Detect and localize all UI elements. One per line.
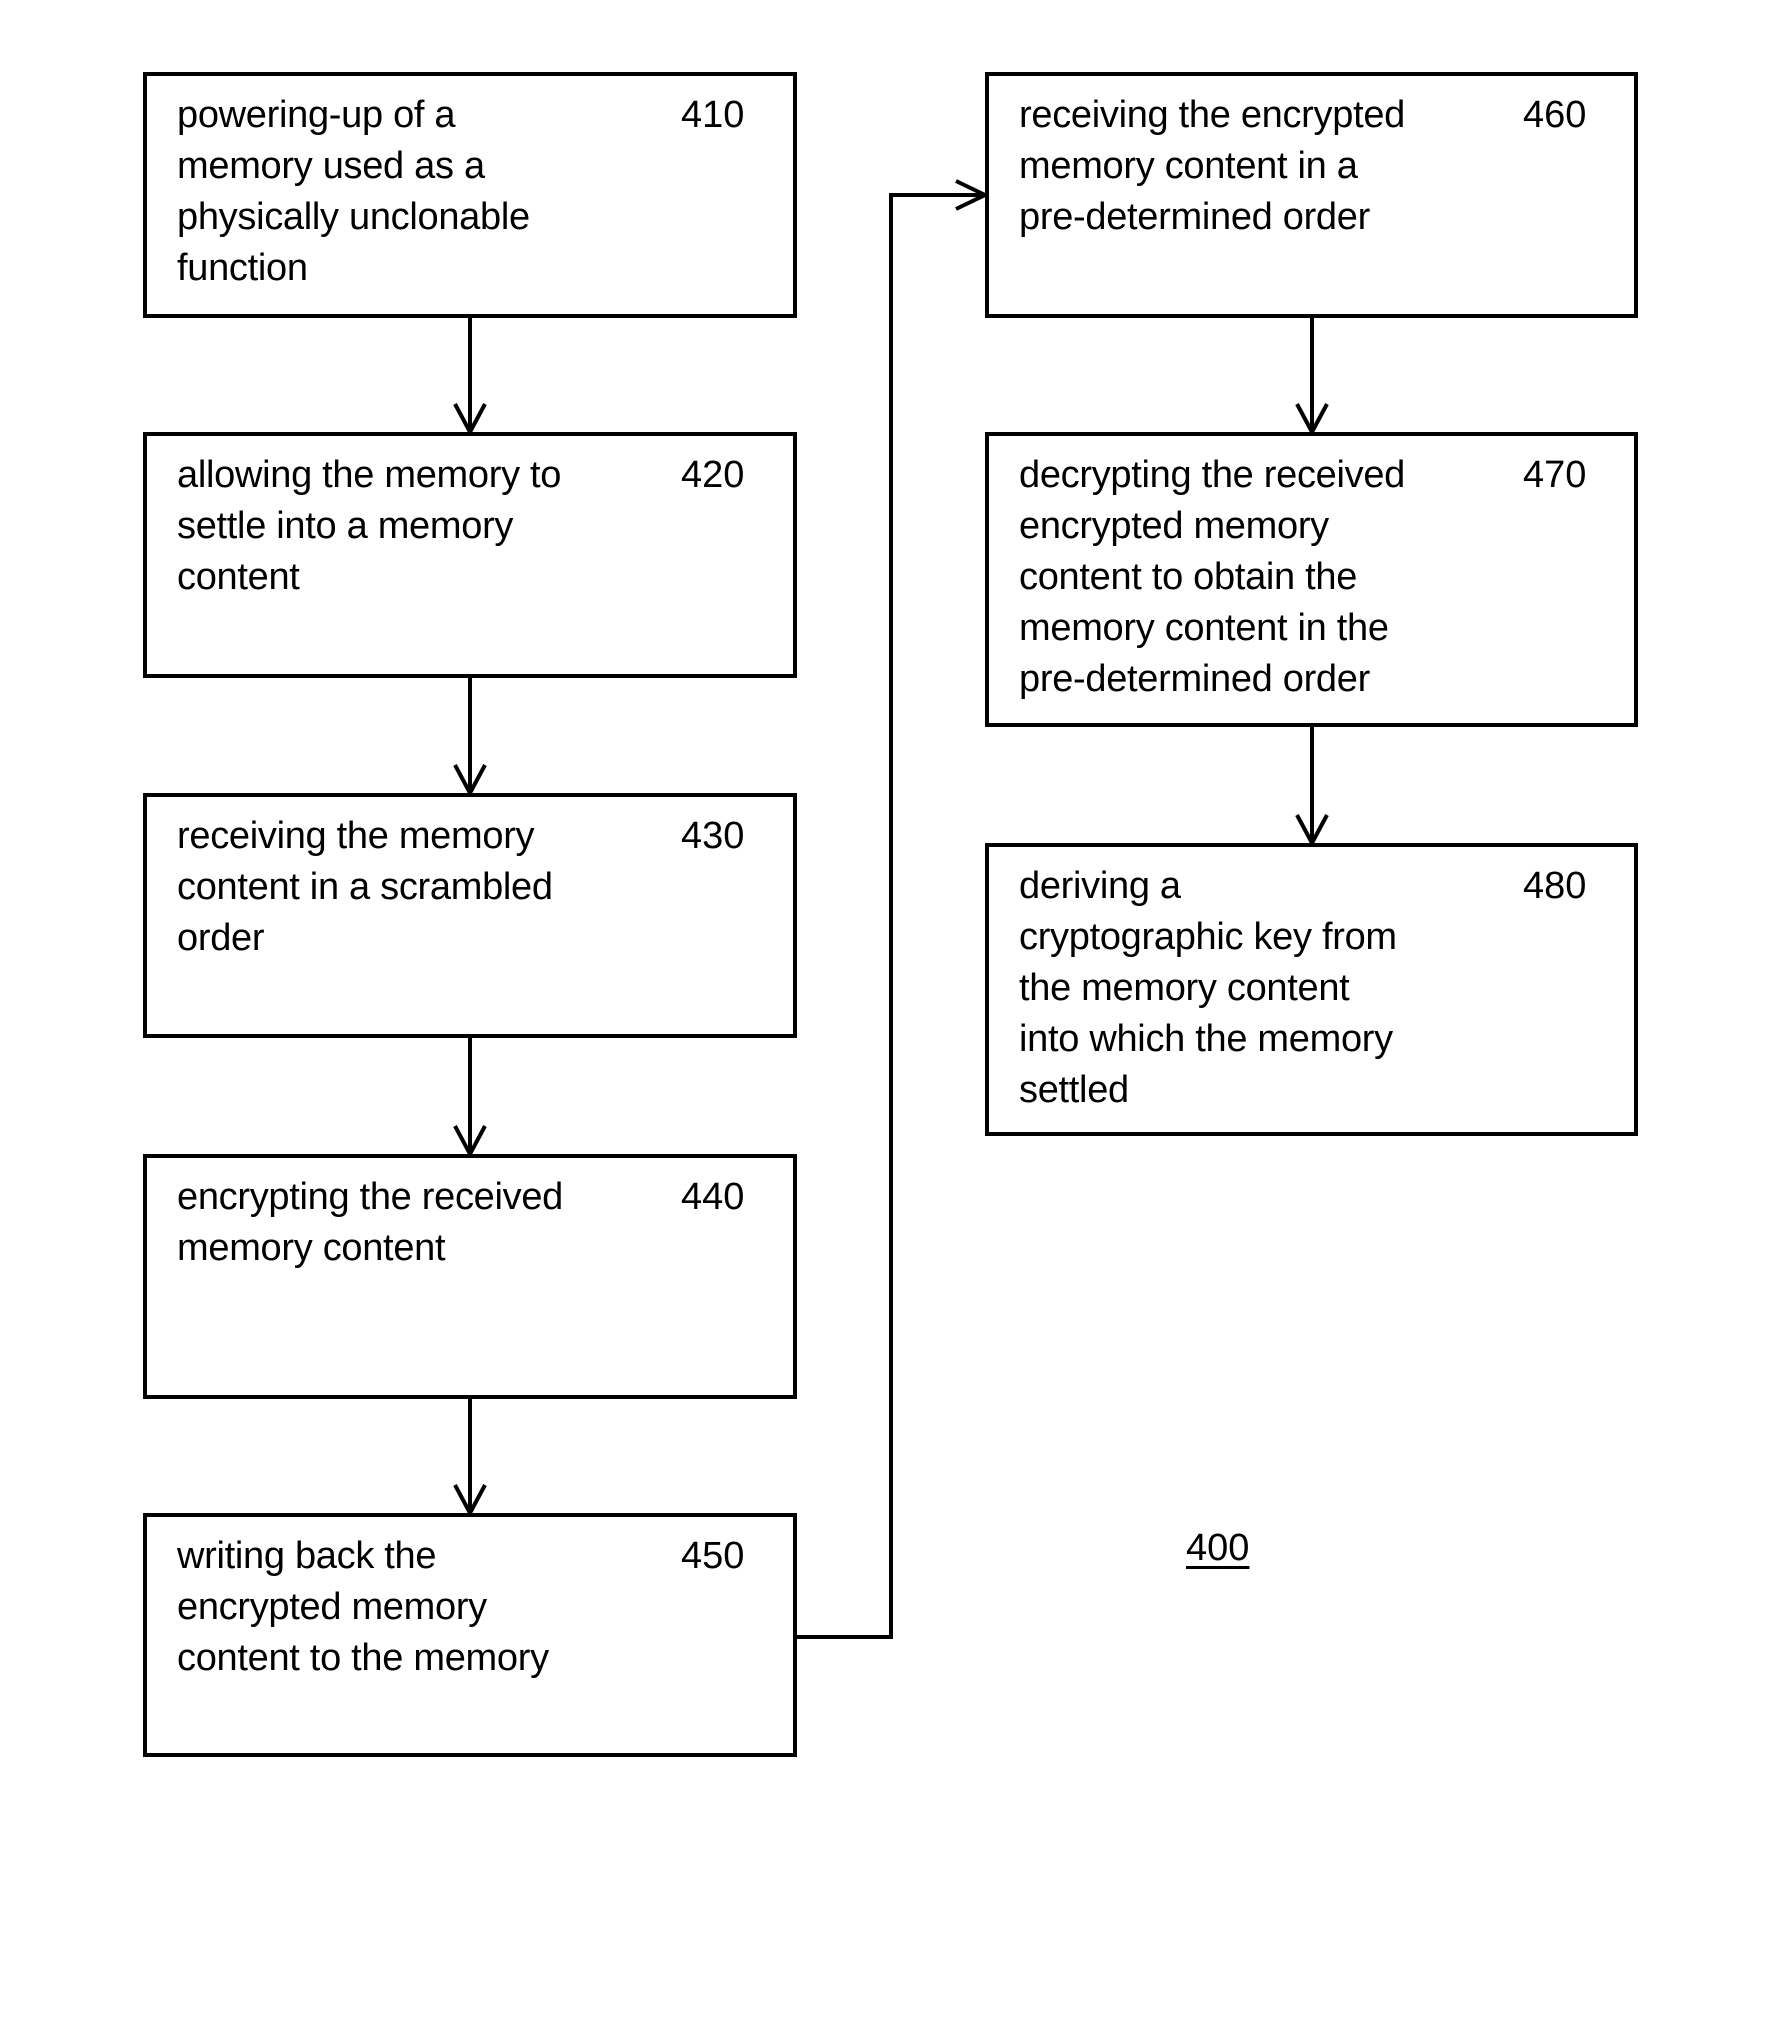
step-text-line: receiving the encrypted bbox=[1019, 94, 1405, 136]
step-text-line: deriving a bbox=[1019, 865, 1181, 907]
step-text-line: receiving the memory bbox=[177, 815, 535, 857]
step-text-line: decrypting the received bbox=[1019, 454, 1405, 496]
arrow-450-460 bbox=[795, 193, 985, 1639]
step-text-line: memory used as a bbox=[177, 145, 485, 187]
step-box-460: receiving the encrypted memory content i… bbox=[985, 72, 1638, 318]
step-text: powering-up of a memory used as a physic… bbox=[177, 90, 637, 294]
step-number: 470 bbox=[1523, 454, 1587, 496]
step-text-line: writing back the bbox=[177, 1535, 437, 1577]
step-text-line: encrypted memory bbox=[1019, 505, 1329, 547]
step-number: 420 bbox=[681, 454, 745, 496]
step-number: 440 bbox=[681, 1176, 745, 1218]
step-text-line: memory content in the bbox=[1019, 607, 1389, 649]
step-text: receiving the memory content in a scramb… bbox=[177, 811, 637, 964]
step-number: 430 bbox=[681, 815, 745, 857]
step-number: 410 bbox=[681, 94, 745, 136]
step-number: 450 bbox=[681, 1535, 745, 1577]
step-text: encrypting the received memory content bbox=[177, 1172, 637, 1274]
step-number: 460 bbox=[1523, 94, 1587, 136]
step-text-line: function bbox=[177, 247, 308, 289]
step-text-line: pre-determined order bbox=[1019, 196, 1370, 238]
step-text-line: order bbox=[177, 917, 265, 959]
step-text-line: settle into a memory bbox=[177, 505, 514, 547]
step-box-440: encrypting the received memory content 4… bbox=[143, 1154, 797, 1399]
step-text-line: encrypting the received bbox=[177, 1176, 563, 1218]
step-text: allowing the memory to settle into a mem… bbox=[177, 450, 637, 603]
step-text-line: powering-up of a bbox=[177, 94, 456, 136]
step-number: 480 bbox=[1523, 865, 1587, 907]
step-text-line: into which the memory bbox=[1019, 1018, 1393, 1060]
step-text: receiving the encrypted memory content i… bbox=[1019, 90, 1479, 243]
step-text-line: content in a scrambled bbox=[177, 866, 553, 908]
step-box-450: writing back the encrypted memory conten… bbox=[143, 1513, 797, 1757]
step-box-410: powering-up of a memory used as a physic… bbox=[143, 72, 797, 318]
step-text-line: cryptographic key from bbox=[1019, 916, 1397, 958]
step-text-line: encrypted memory bbox=[177, 1586, 487, 1628]
step-text-line: content to obtain the bbox=[1019, 556, 1358, 598]
step-text-line: settled bbox=[1019, 1069, 1129, 1111]
step-text-line: the memory content bbox=[1019, 967, 1350, 1009]
step-box-430: receiving the memory content in a scramb… bbox=[143, 793, 797, 1038]
step-text-line: memory content bbox=[177, 1227, 446, 1269]
step-text: writing back the encrypted memory conten… bbox=[177, 1531, 637, 1684]
step-box-470: decrypting the received encrypted memory… bbox=[985, 432, 1638, 727]
step-box-420: allowing the memory to settle into a mem… bbox=[143, 432, 797, 678]
step-text-line: content bbox=[177, 556, 300, 598]
step-text-line: allowing the memory to bbox=[177, 454, 562, 496]
figure-reference-label: 400 bbox=[1186, 1527, 1250, 1569]
step-text-line: memory content in a bbox=[1019, 145, 1358, 187]
step-text-line: physically unclonable bbox=[177, 196, 530, 238]
step-text-line: pre-determined order bbox=[1019, 658, 1370, 700]
step-box-480: deriving a cryptographic key from the me… bbox=[985, 843, 1638, 1136]
step-text-line: content to the memory bbox=[177, 1637, 549, 1679]
step-text: decrypting the received encrypted memory… bbox=[1019, 450, 1479, 705]
step-text: deriving a cryptographic key from the me… bbox=[1019, 861, 1479, 1116]
